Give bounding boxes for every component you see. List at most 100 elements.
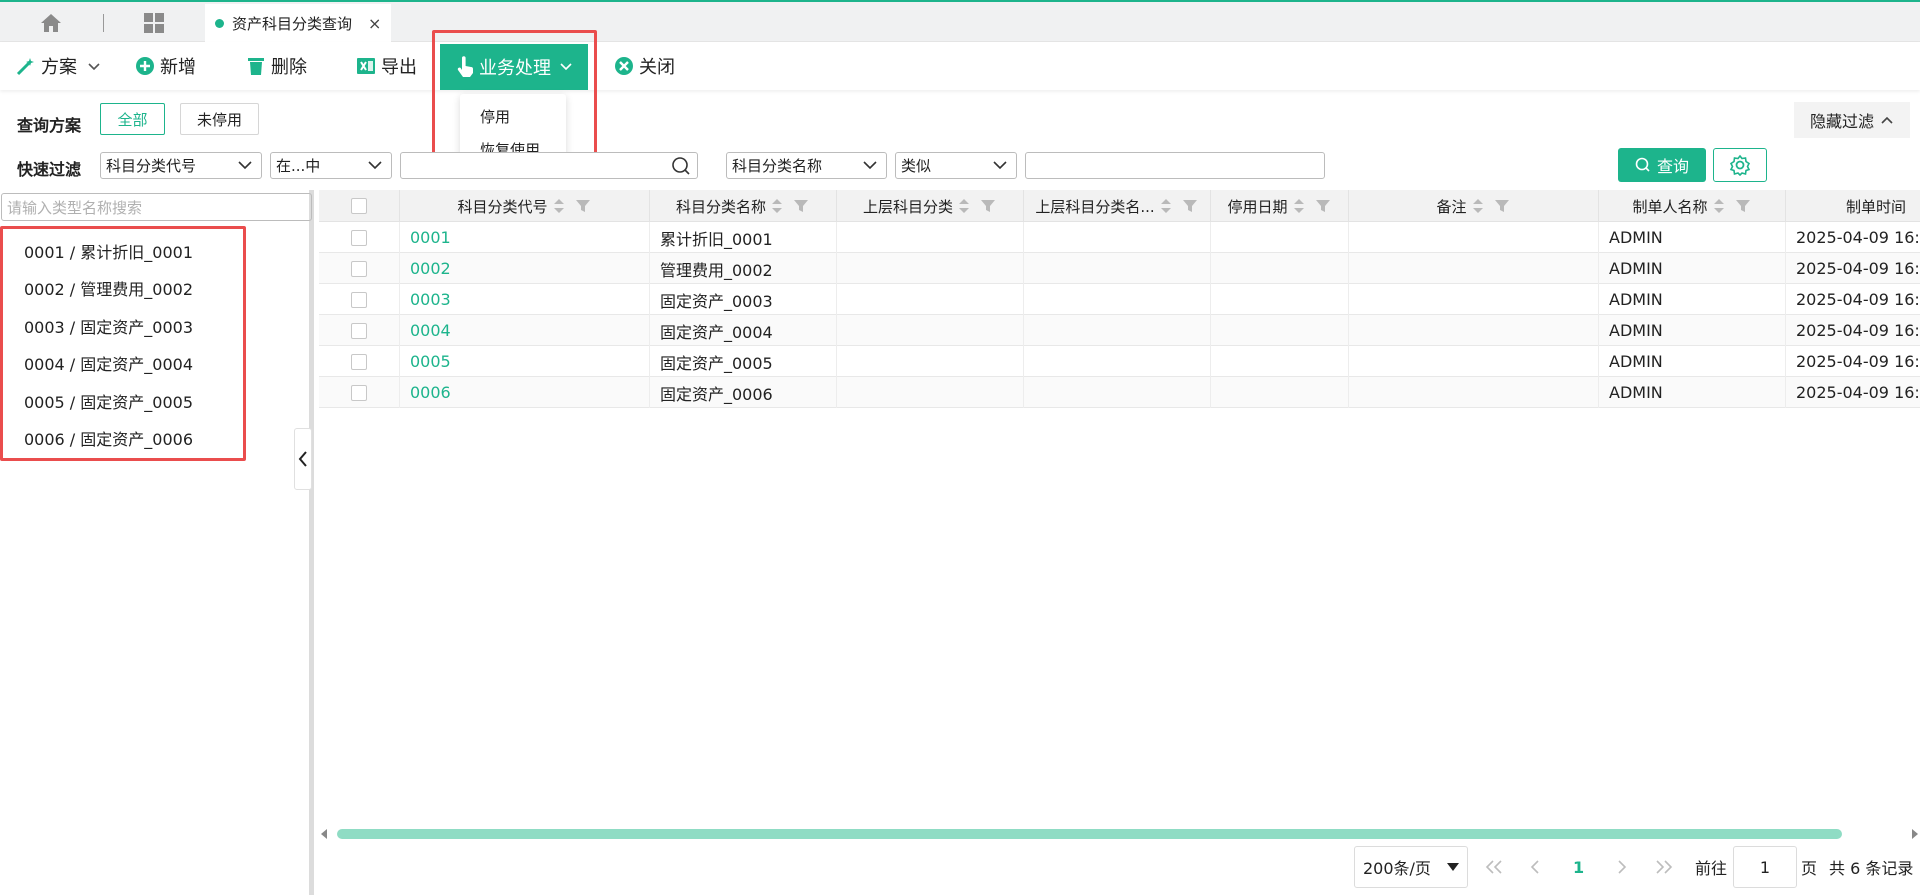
scheme-active-button[interactable]: 未停用 bbox=[180, 103, 259, 135]
row-checkbox[interactable] bbox=[351, 229, 367, 246]
remark-cell bbox=[1349, 284, 1599, 315]
export-label: 导出 bbox=[381, 57, 417, 78]
grid-icon[interactable] bbox=[141, 10, 167, 36]
code-cell[interactable]: 0003 bbox=[400, 284, 650, 315]
highlight-box-tree bbox=[0, 226, 246, 461]
add-button[interactable]: 新增 bbox=[135, 53, 196, 79]
row-checkbox[interactable] bbox=[351, 353, 367, 370]
row-checkbox[interactable] bbox=[351, 384, 367, 401]
goto-page-input[interactable]: 1 bbox=[1733, 846, 1797, 888]
sort-filter-icons[interactable] bbox=[553, 198, 592, 214]
hide-filter-label: 隐藏过滤 bbox=[1809, 112, 1874, 131]
code-cell[interactable]: 0006 bbox=[400, 377, 650, 408]
row-checkbox[interactable] bbox=[351, 291, 367, 308]
row-checkbox-cell bbox=[319, 315, 400, 346]
filter-operator-select-2[interactable]: 类似 bbox=[895, 152, 1017, 179]
scheme-button[interactable]: 方案 bbox=[16, 53, 101, 79]
col-header-time[interactable]: 制单时间 bbox=[1786, 190, 1920, 222]
creator-cell: ADMIN bbox=[1599, 377, 1786, 408]
filter-value-input-1[interactable] bbox=[400, 152, 698, 179]
tab-bar: 资产科目分类查询 × bbox=[0, 2, 1920, 42]
parent-cell bbox=[837, 377, 1024, 408]
select-all-checkbox[interactable] bbox=[351, 198, 367, 214]
filter-value-input-2[interactable] bbox=[1025, 152, 1325, 179]
page-size-select[interactable]: 200条/页 bbox=[1354, 846, 1468, 888]
home-icon[interactable] bbox=[38, 10, 64, 36]
tab-label: 资产科目分类查询 bbox=[232, 14, 353, 33]
first-page-icon[interactable] bbox=[1485, 846, 1503, 888]
row-checkbox[interactable] bbox=[351, 322, 367, 339]
table-row[interactable]: 0005 固定资产_0005 ADMIN 2025-04-09 16:4 bbox=[319, 346, 1920, 377]
code-cell[interactable]: 0004 bbox=[400, 315, 650, 346]
collapse-panel-button[interactable] bbox=[294, 428, 312, 490]
sort-filter-icons[interactable] bbox=[1713, 198, 1752, 214]
filter-operator-select-1[interactable]: 在...中 bbox=[270, 152, 392, 179]
highlight-box-business bbox=[432, 30, 597, 171]
table-row[interactable]: 0003 固定资产_0003 ADMIN 2025-04-09 16:4 bbox=[319, 284, 1920, 315]
col-header-creator-label: 制单人名称 bbox=[1632, 197, 1708, 216]
scheme-filter-label: 查询方案 bbox=[17, 116, 82, 135]
total-records: 共 6 条记录 bbox=[1829, 859, 1914, 878]
disable-date-cell bbox=[1211, 315, 1349, 346]
code-cell[interactable]: 0001 bbox=[400, 222, 650, 253]
disable-date-cell bbox=[1211, 222, 1349, 253]
delete-button[interactable]: 删除 bbox=[246, 53, 307, 79]
settings-button[interactable] bbox=[1713, 148, 1767, 182]
delete-label: 删除 bbox=[271, 57, 307, 78]
col-header-code[interactable]: 科目分类代号 bbox=[400, 190, 650, 222]
row-checkbox[interactable] bbox=[351, 260, 367, 277]
hide-filter-button[interactable]: 隐藏过滤 bbox=[1794, 102, 1910, 138]
col-header-time-label: 制单时间 bbox=[1845, 197, 1906, 216]
prev-page-icon[interactable] bbox=[1530, 846, 1540, 888]
close-button[interactable]: 关闭 bbox=[614, 53, 675, 79]
sort-filter-icons[interactable] bbox=[1472, 198, 1511, 214]
caret-down-icon bbox=[1447, 863, 1459, 871]
horizontal-scrollbar[interactable] bbox=[319, 826, 1920, 842]
sort-filter-icons[interactable] bbox=[772, 198, 810, 214]
col-header-disable-date-label: 停用日期 bbox=[1227, 197, 1288, 216]
table-row[interactable]: 0002 管理费用_0002 ADMIN 2025-04-09 16:4 bbox=[319, 253, 1920, 284]
table-row[interactable]: 0004 固定资产_0004 ADMIN 2025-04-09 16:4 bbox=[319, 315, 1920, 346]
close-tab-icon[interactable]: × bbox=[368, 14, 381, 33]
filter-field-select-2[interactable]: 科目分类名称 bbox=[726, 152, 887, 179]
scheme-all-button[interactable]: 全部 bbox=[100, 103, 165, 135]
col-header-parent[interactable]: 上层科目分类 bbox=[837, 190, 1024, 222]
col-header-name[interactable]: 科目分类名称 bbox=[650, 190, 837, 222]
remark-cell bbox=[1349, 222, 1599, 253]
sort-filter-icons[interactable] bbox=[959, 198, 997, 214]
col-header-remark-label: 备注 bbox=[1436, 197, 1467, 216]
tree-search-input[interactable]: 请输入类型名称搜索 bbox=[1, 193, 312, 221]
current-page[interactable]: 1 bbox=[1573, 846, 1584, 888]
quick-filter-label: 快速过滤 bbox=[17, 160, 82, 179]
sort-filter-icons[interactable] bbox=[1160, 198, 1199, 214]
col-header-disable-date[interactable]: 停用日期 bbox=[1211, 190, 1349, 222]
sort-filter-icons[interactable] bbox=[1293, 198, 1332, 214]
col-header-creator[interactable]: 制单人名称 bbox=[1599, 190, 1786, 222]
name-cell: 固定资产_0004 bbox=[650, 315, 837, 346]
last-page-icon[interactable] bbox=[1655, 846, 1673, 888]
creator-cell: ADMIN bbox=[1599, 315, 1786, 346]
filter-field-1-value: 科目分类代号 bbox=[106, 157, 197, 175]
search-icon bbox=[1635, 157, 1651, 173]
search-icon[interactable] bbox=[671, 156, 691, 176]
code-cell[interactable]: 0005 bbox=[400, 346, 650, 377]
table-row[interactable]: 0006 固定资产_0006 ADMIN 2025-04-09 16:4 bbox=[319, 377, 1920, 408]
col-header-parent-name[interactable]: 上层科目分类名... bbox=[1024, 190, 1211, 222]
query-button[interactable]: 查询 bbox=[1618, 148, 1706, 182]
name-cell: 累计折旧_0001 bbox=[650, 222, 837, 253]
active-dot-icon bbox=[215, 18, 224, 28]
table-row[interactable]: 0001 累计折旧_0001 ADMIN 2025-04-09 16:4 bbox=[319, 222, 1920, 253]
export-button[interactable]: 导出 bbox=[356, 53, 417, 79]
disable-date-cell bbox=[1211, 253, 1349, 284]
scheme-label: 方案 bbox=[41, 57, 77, 78]
tab-asset-category-query[interactable]: 资产科目分类查询 × bbox=[205, 4, 391, 42]
name-cell: 固定资产_0003 bbox=[650, 284, 837, 315]
code-cell[interactable]: 0002 bbox=[400, 253, 650, 284]
col-header-remark[interactable]: 备注 bbox=[1349, 190, 1599, 222]
filter-field-select-1[interactable]: 科目分类代号 bbox=[100, 152, 262, 179]
time-cell: 2025-04-09 16:4 bbox=[1796, 321, 1920, 340]
toolbar: 方案 新增 删除 导出 关闭 bbox=[0, 42, 1920, 90]
gear-icon bbox=[1729, 154, 1751, 176]
next-page-icon[interactable] bbox=[1617, 846, 1627, 888]
remark-cell bbox=[1349, 253, 1599, 284]
